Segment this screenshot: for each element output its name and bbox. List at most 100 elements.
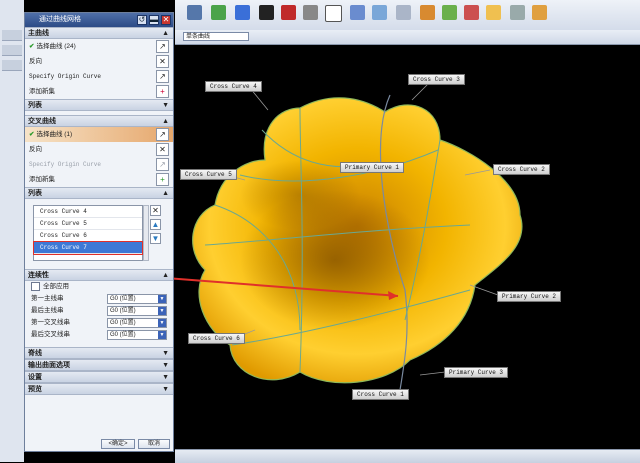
section-title: 输出曲面选项 bbox=[28, 362, 70, 369]
list-item[interactable]: Cross Curve 5 bbox=[34, 218, 142, 230]
continuity-select[interactable]: G0 (位置) ▼ bbox=[107, 318, 167, 328]
left-resource-bar bbox=[0, 0, 24, 462]
continuity-select[interactable]: G0 (位置) ▼ bbox=[107, 330, 167, 340]
toolbar-icon[interactable] bbox=[350, 5, 365, 20]
label-cross-curve-4: Cross Curve 4 bbox=[205, 81, 262, 92]
cross-curves-header[interactable]: 交叉曲线 ▲ bbox=[25, 115, 173, 127]
reverse-icon[interactable]: ✕ bbox=[156, 55, 169, 68]
label-cross-curve-6: Cross Curve 6 bbox=[188, 333, 245, 344]
continuity-select[interactable]: G0 (位置) ▼ bbox=[107, 294, 167, 304]
primary-curves-header[interactable]: 主曲线 ▲ bbox=[25, 27, 173, 39]
add-set-label: 添加新集 bbox=[29, 88, 55, 95]
toolbar-icon[interactable] bbox=[420, 5, 435, 20]
section-title: 交叉曲线 bbox=[28, 118, 56, 125]
toolbar-icon[interactable] bbox=[211, 5, 226, 20]
check-icon: ✔ bbox=[29, 43, 35, 50]
list-item[interactable]: Cross Curve 4 bbox=[34, 206, 142, 218]
reverse-primary-row[interactable]: 反向 ✕ bbox=[25, 54, 173, 69]
reverse-icon[interactable]: ✕ bbox=[156, 143, 169, 156]
reverse-cross-row[interactable]: 反向 ✕ bbox=[25, 142, 173, 157]
close-icon[interactable]: ✕ bbox=[161, 15, 171, 25]
add-set-icon[interactable]: + bbox=[156, 85, 169, 98]
specify-origin-primary-row[interactable]: Specify Origin Curve ↗ bbox=[25, 69, 173, 84]
reset-icon[interactable]: ↺ bbox=[137, 15, 147, 25]
preview-header[interactable]: 预览 ▼ bbox=[25, 383, 173, 395]
label-cross-curve-3: Cross Curve 3 bbox=[408, 74, 465, 85]
specify-origin-label: Specify Origin Curve bbox=[29, 161, 102, 168]
apply-all-row[interactable]: 全部应用 bbox=[25, 281, 173, 293]
specify-origin-label: Specify Origin Curve bbox=[29, 73, 102, 80]
add-set-cross-row[interactable]: 添加新集 + bbox=[25, 172, 173, 187]
curve-select-icon[interactable]: ↗ bbox=[156, 40, 169, 53]
curve-select-icon[interactable]: ↗ bbox=[156, 128, 169, 141]
dialog-title-bar: 通过曲线网格 ↺ ▬ ✕ bbox=[25, 13, 173, 27]
origin-curve-icon[interactable]: ↗ bbox=[156, 70, 169, 83]
list-scrollbar[interactable] bbox=[143, 205, 149, 261]
cross-list-header[interactable]: 列表 ▲ bbox=[25, 187, 173, 199]
section-title: 连续性 bbox=[28, 272, 49, 279]
add-set-primary-row[interactable]: 添加新集 + bbox=[25, 84, 173, 99]
toolbar-icon[interactable] bbox=[281, 5, 296, 20]
remove-icon[interactable]: ✕ bbox=[150, 205, 161, 216]
reverse-label: 反向 bbox=[29, 146, 42, 153]
section-title: 设置 bbox=[28, 374, 42, 381]
chevron-up-icon: ▲ bbox=[162, 190, 169, 197]
primary-list-header[interactable]: 列表 ▼ bbox=[25, 99, 173, 111]
add-set-icon[interactable]: + bbox=[156, 173, 169, 186]
continuity-row: 第一主线串 G0 (位置) ▼ bbox=[25, 293, 173, 305]
toolbar-icon[interactable] bbox=[259, 5, 274, 20]
origin-curve-icon: ↗ bbox=[156, 158, 169, 171]
list-item-selected[interactable]: Cross Curve 7 bbox=[33, 241, 143, 255]
minimize-icon[interactable]: ▬ bbox=[149, 15, 159, 25]
continuity-row: 第一交叉线串 G0 (位置) ▼ bbox=[25, 317, 173, 329]
resource-tab[interactable] bbox=[2, 60, 22, 71]
toolbar-icon[interactable] bbox=[187, 5, 202, 20]
continuity-label: 最后交叉线串 bbox=[31, 331, 70, 338]
toolbar-icon[interactable] bbox=[303, 5, 318, 20]
list-item[interactable]: Cross Curve 6 bbox=[34, 230, 142, 242]
toolbar-icon[interactable] bbox=[396, 5, 411, 20]
dialog-footer: <确定> 取消 bbox=[25, 437, 173, 451]
move-down-icon[interactable]: ▼ bbox=[150, 233, 161, 244]
toolbar-icon[interactable] bbox=[464, 5, 479, 20]
toolbar-icon[interactable] bbox=[442, 5, 457, 20]
curve-mesh-dialog: 通过曲线网格 ↺ ▬ ✕ 主曲线 ▲ ✔ 选择曲线 (24) ↗ 反向 ✕ Specif… bbox=[24, 12, 174, 452]
dialog-title: 通过曲线网格 bbox=[39, 16, 81, 23]
list-title: 列表 bbox=[28, 102, 42, 109]
toolbar-icon[interactable] bbox=[235, 5, 250, 20]
settings-header[interactable]: 设置 ▼ bbox=[25, 371, 173, 383]
section-title: 脊线 bbox=[28, 350, 42, 357]
toolbar-icon[interactable] bbox=[325, 5, 342, 22]
continuity-value: G0 (位置) bbox=[110, 296, 136, 302]
continuity-select[interactable]: G0 (位置) ▼ bbox=[107, 306, 167, 316]
toolbar-icon[interactable] bbox=[486, 5, 501, 20]
resource-tab[interactable] bbox=[2, 30, 22, 41]
move-up-icon[interactable]: ▲ bbox=[150, 219, 161, 230]
select-cross-curve-row[interactable]: ✔ 选择曲线 (1) ↗ bbox=[25, 127, 173, 142]
continuity-label: 第一交叉线串 bbox=[31, 319, 70, 326]
toolbar-icon[interactable] bbox=[510, 5, 525, 20]
label-primary-curve-2: Primary Curve 2 bbox=[497, 291, 562, 302]
cross-curve-list[interactable]: Cross Curve 4 Cross Curve 5 Cross Curve … bbox=[33, 205, 143, 261]
continuity-value: G0 (位置) bbox=[110, 308, 136, 314]
label-primary-curve-3: Primary Curve 3 bbox=[444, 367, 509, 378]
ok-button[interactable]: <确定> bbox=[101, 439, 135, 449]
add-set-label: 添加新集 bbox=[29, 176, 55, 183]
curve-rule-select[interactable]: 单条曲线 bbox=[183, 32, 249, 41]
cancel-button[interactable]: 取消 bbox=[138, 439, 170, 449]
continuity-value: G0 (位置) bbox=[110, 320, 136, 326]
chevron-down-icon: ▼ bbox=[158, 307, 166, 315]
continuity-header[interactable]: 连续性 ▲ bbox=[25, 269, 173, 281]
toolbar-icon[interactable] bbox=[372, 5, 387, 20]
toolbar-icon[interactable] bbox=[532, 5, 547, 20]
resource-tab[interactable] bbox=[2, 45, 22, 56]
chevron-down-icon: ▼ bbox=[162, 102, 169, 109]
section-title: 主曲线 bbox=[28, 30, 49, 37]
select-primary-curve-row[interactable]: ✔ 选择曲线 (24) ↗ bbox=[25, 39, 173, 54]
label-cross-curve-5: Cross Curve 5 bbox=[180, 169, 237, 180]
apply-all-checkbox[interactable] bbox=[31, 281, 40, 291]
select-curve-label: 选择曲线 (1) bbox=[36, 131, 73, 138]
spine-header[interactable]: 脊线 ▼ bbox=[25, 347, 173, 359]
output-options-header[interactable]: 输出曲面选项 ▼ bbox=[25, 359, 173, 371]
list-title: 列表 bbox=[28, 190, 42, 197]
